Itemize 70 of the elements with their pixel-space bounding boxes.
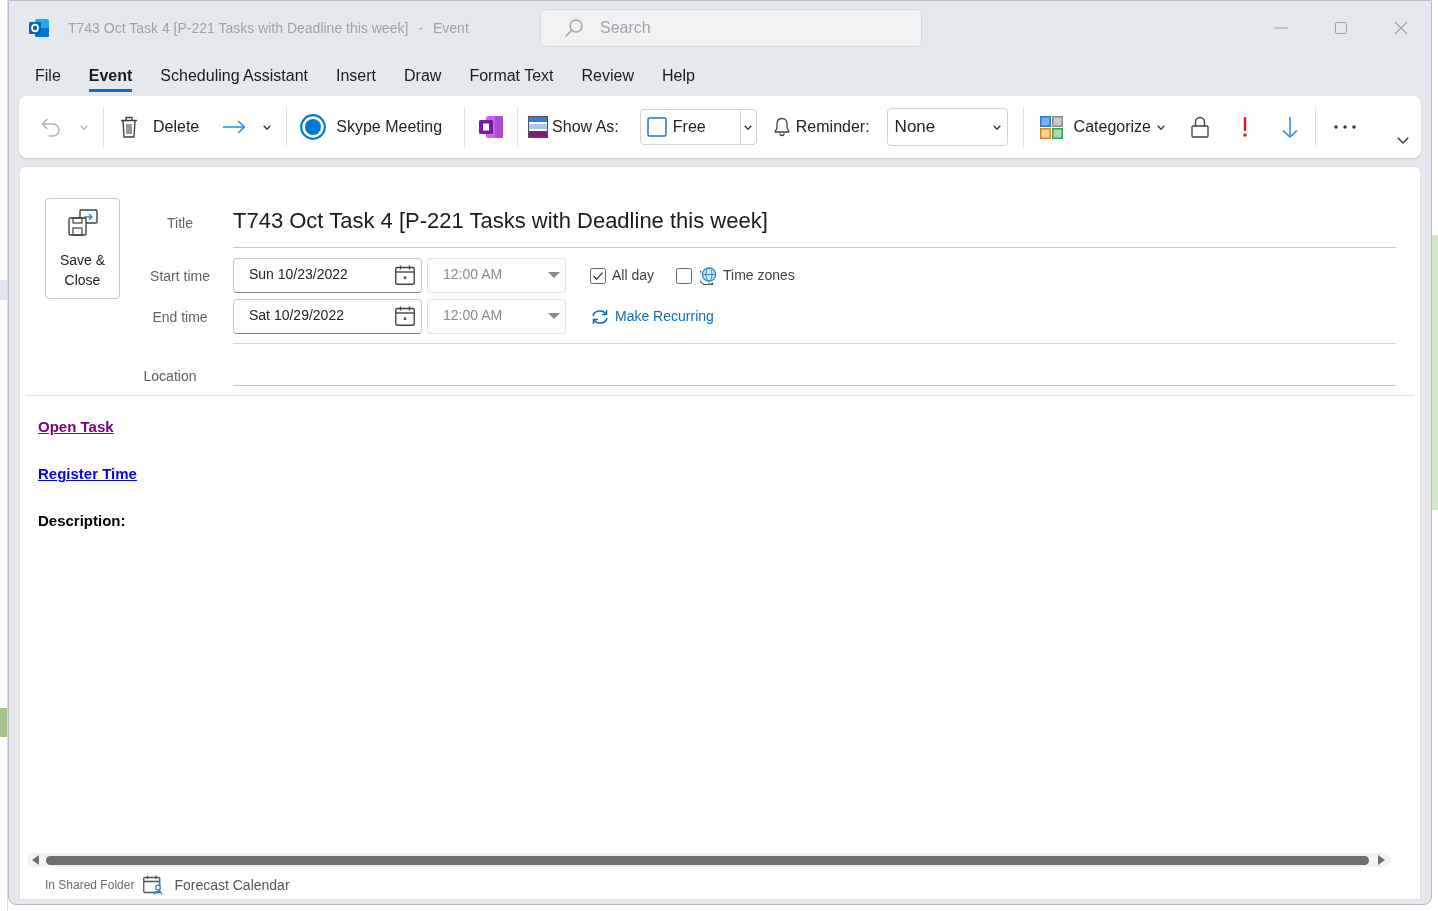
task-link[interactable]: Open Task	[38, 417, 114, 437]
checkbox-label: All day	[612, 266, 655, 285]
caret-icon	[992, 124, 1001, 130]
show-as-dropdown[interactable]: Free	[639, 109, 757, 145]
window-title: T743 Oct Task 4 [P-221 Tasks with Deadline this week] - Event	[68, 18, 469, 38]
checkbox[interactable]	[676, 267, 693, 284]
minimize-icon	[1274, 27, 1288, 29]
exclamation-icon	[1243, 117, 1247, 137]
field-label: Start time	[149, 266, 211, 286]
reminder-label: Reminder:	[795, 117, 870, 137]
app-logo-icon	[29, 18, 49, 38]
caret-icon	[80, 124, 88, 130]
reminder-dropdown[interactable]: None	[886, 108, 1008, 146]
trash-icon	[120, 116, 138, 138]
shared-calendar-icon	[143, 875, 165, 895]
search-icon	[565, 19, 583, 37]
menu-tab[interactable]: Event	[74, 55, 147, 96]
bell-icon	[772, 117, 791, 137]
globe-icon	[700, 266, 718, 285]
checkbox[interactable]	[590, 267, 606, 284]
menu-tab[interactable]: Help	[648, 55, 709, 96]
save-close-button[interactable]: Save & Close	[45, 198, 120, 299]
date-field[interactable]: Sun 10/23/2022	[233, 258, 422, 293]
date-field[interactable]: Sat 10/29/2022	[233, 299, 422, 334]
scroll-right-icon[interactable]	[1378, 855, 1385, 865]
chevron-down-icon[interactable]	[1397, 137, 1409, 144]
lock-icon	[1191, 116, 1209, 138]
status-square-icon	[646, 117, 667, 137]
caret-icon	[263, 124, 272, 130]
checkbox-label: Time zones	[723, 266, 795, 285]
description-heading: Description:	[38, 511, 126, 531]
field-label: End time	[151, 307, 209, 327]
scrollbar-track[interactable]	[27, 853, 1391, 867]
categorize-button[interactable]: Categorize	[1031, 107, 1171, 147]
caret-icon	[744, 124, 753, 130]
meeting-button[interactable]: Skype Meeting	[295, 107, 457, 147]
folder-name: Forecast Calendar	[174, 875, 290, 895]
dropdown-triangle-icon	[548, 312, 560, 319]
save-icon	[67, 209, 98, 237]
field-label: Title	[166, 214, 194, 233]
notebook-icon	[479, 116, 504, 138]
menu-tab[interactable]: Scheduling Assistant	[146, 55, 322, 96]
field-label: Location	[142, 367, 198, 386]
calendar-icon[interactable]	[395, 305, 415, 326]
calendar-icon[interactable]	[395, 264, 415, 285]
refresh-icon	[590, 308, 610, 325]
ring-logo-icon	[300, 114, 327, 140]
scrollbar-thumb[interactable]	[46, 855, 1369, 865]
scroll-left-icon[interactable]	[32, 855, 39, 865]
maximize-icon	[1335, 22, 1347, 34]
color-tiles-icon	[1039, 115, 1063, 139]
task-link[interactable]: Register Time	[38, 464, 137, 484]
dropdown-triangle-icon	[548, 271, 560, 278]
menu-tab[interactable]: Review	[567, 55, 648, 96]
arrow-right-icon	[222, 120, 247, 134]
status-bars-icon	[528, 116, 549, 138]
menu-tab[interactable]: File	[21, 55, 75, 96]
folder-context-label: In Shared Folder	[45, 877, 135, 894]
more-icon	[1334, 125, 1356, 129]
title-field[interactable]: T743 Oct Task 4 [P-221 Tasks with Deadline this week]	[233, 198, 1396, 248]
delete-button[interactable]: Delete	[112, 107, 206, 147]
close-icon	[1394, 21, 1408, 35]
menu-tab[interactable]: Format Text	[455, 55, 568, 96]
caret-icon	[1157, 124, 1165, 130]
arrow-down-icon	[1281, 116, 1299, 138]
menu-tab[interactable]: Draw	[390, 55, 456, 96]
make-recurring-button[interactable]: Make Recurring	[590, 306, 714, 327]
menu-tab[interactable]: Insert	[322, 55, 391, 96]
undo-icon	[40, 117, 62, 137]
show-as-label: Show As:	[552, 117, 619, 137]
